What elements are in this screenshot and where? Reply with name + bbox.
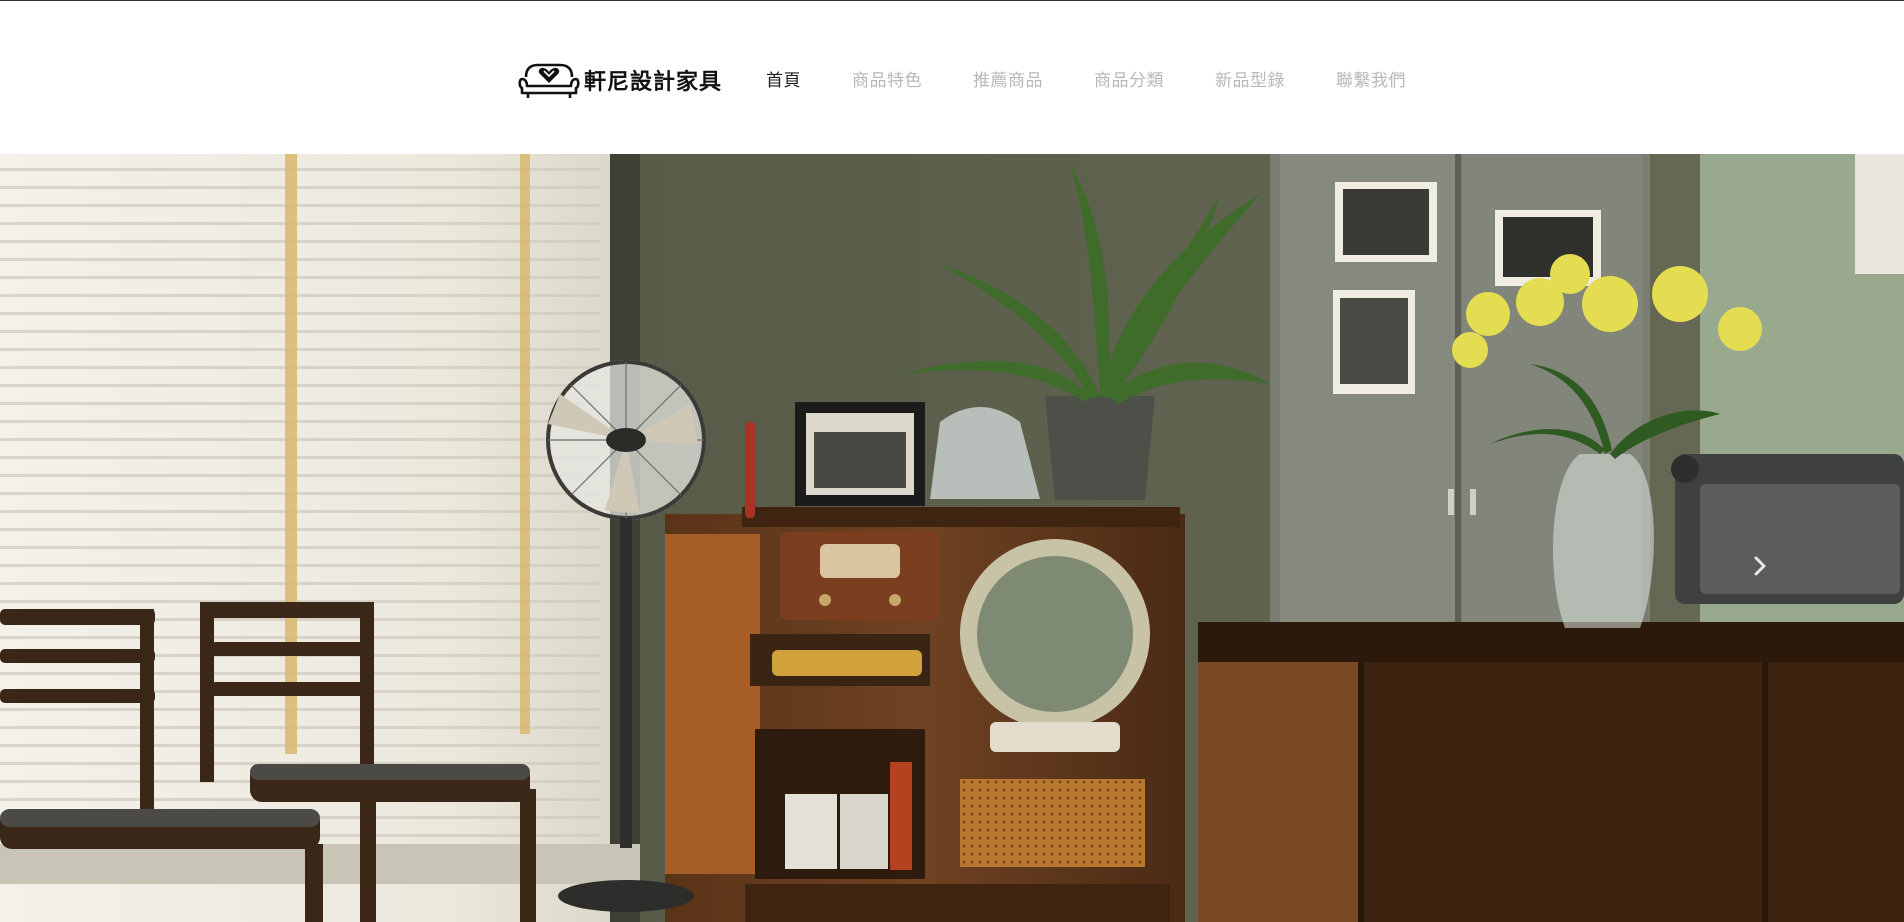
chevron-right-icon <box>1754 556 1766 576</box>
sofa-heart-logo-icon <box>518 63 580 98</box>
nav-recommended[interactable]: 推薦商品 <box>973 66 1043 91</box>
nav-contact[interactable]: 聯繫我們 <box>1336 66 1406 91</box>
brand-home-link[interactable]: 軒尼設計家具 <box>518 58 722 102</box>
main-nav: 首頁 商品特色 推薦商品 商品分類 新品型錄 聯繫我們 <box>766 63 1457 93</box>
nav-home[interactable]: 首頁 <box>766 66 801 91</box>
carousel-next-button[interactable] <box>1742 548 1778 584</box>
nav-features[interactable]: 商品特色 <box>852 66 922 91</box>
hero-carousel <box>0 154 1904 922</box>
navbar: 軒尼設計家具 首頁 商品特色 推薦商品 商品分類 新品型錄 聯繫我們 <box>0 1 1904 154</box>
brand-name: 軒尼設計家具 <box>584 70 723 95</box>
nav-catalog[interactable]: 新品型錄 <box>1215 66 1285 91</box>
nav-categories[interactable]: 商品分類 <box>1094 66 1164 91</box>
hero-image <box>0 154 1904 922</box>
